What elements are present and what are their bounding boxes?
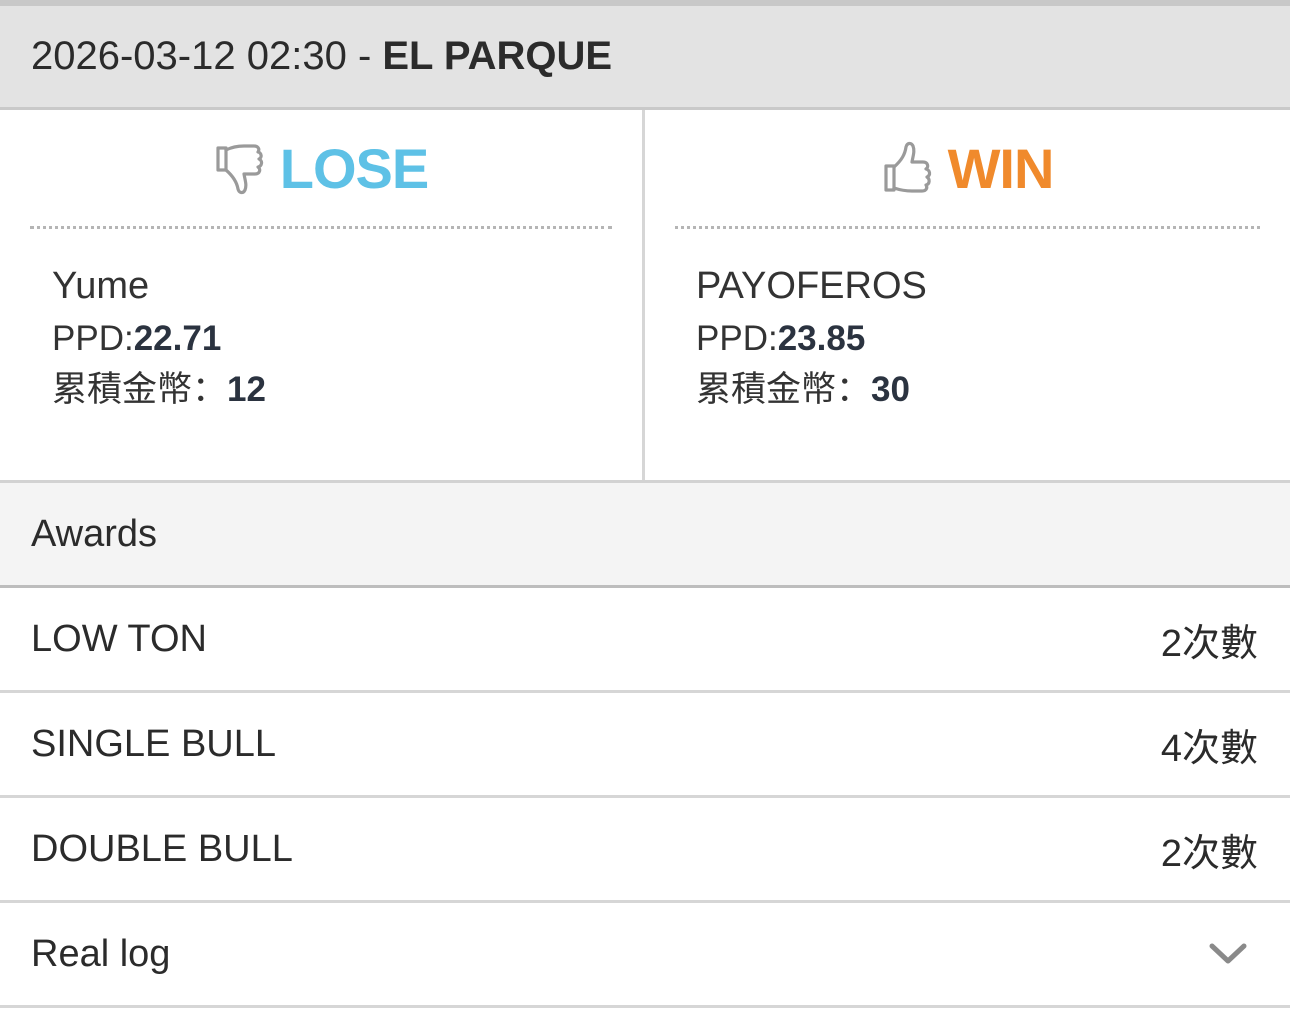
- award-count: 4次數: [1160, 727, 1258, 770]
- result-label: WIN: [947, 136, 1055, 200]
- match-venue: EL PARQUE: [382, 34, 613, 78]
- player-name: PAYOFEROS: [696, 265, 927, 307]
- award-count: 2次數: [1160, 622, 1258, 665]
- player-card-loser: LOSE Yume PPD:22.71 累積金幣：12: [0, 110, 645, 480]
- award-name: SINGLE BULL: [31, 722, 276, 765]
- header-separator: -: [346, 34, 383, 78]
- player-card-winner: WIN PAYOFEROS PPD:23.85 累積金幣：30: [645, 110, 1290, 480]
- awards-section-title: Awards: [0, 483, 1290, 588]
- ppd-label: PPD:: [696, 319, 778, 358]
- award-row-low-ton: LOW TON 2次數: [0, 588, 1290, 693]
- award-name: DOUBLE BULL: [31, 827, 293, 870]
- real-log-toggle[interactable]: Real log: [0, 903, 1290, 1008]
- player-stats: PAYOFEROS PPD:23.85 累積金幣：30: [645, 229, 1290, 415]
- result-row: WIN: [675, 110, 1260, 229]
- ppd-line: PPD:22.71: [52, 313, 642, 364]
- awards-title: Awards: [31, 512, 158, 555]
- coins-line: 累積金幣：30: [696, 364, 1290, 415]
- coins-label: 累積金幣：: [696, 370, 872, 409]
- ppd-label: PPD:: [52, 319, 134, 358]
- result-row: LOSE: [30, 110, 612, 229]
- award-row-double-bull: DOUBLE BULL 2次數: [0, 798, 1290, 903]
- real-log-label: Real log: [31, 932, 171, 975]
- match-datetime: 2026-03-12 02:30: [31, 34, 347, 78]
- ppd-value: 23.85: [777, 319, 866, 358]
- match-detail-page: 2026-03-12 02:30 - EL PARQUE LOSE Yume P…: [0, 0, 1290, 1023]
- award-count: 2次數: [1160, 832, 1258, 875]
- award-row-single-bull: SINGLE BULL 4次數: [0, 693, 1290, 798]
- player-name: Yume: [52, 265, 150, 307]
- player-stats: Yume PPD:22.71 累積金幣：12: [0, 229, 642, 415]
- ppd-value: 22.71: [133, 319, 222, 358]
- coins-value: 12: [227, 370, 266, 409]
- chevron-down-icon[interactable]: [1208, 942, 1248, 966]
- ppd-line: PPD:23.85: [696, 313, 1290, 364]
- coins-line: 累積金幣：12: [52, 364, 642, 415]
- coins-value: 30: [871, 370, 910, 409]
- players-section: LOSE Yume PPD:22.71 累積金幣：12 WIN PAYOFERO…: [0, 110, 1290, 483]
- match-header: 2026-03-12 02:30 - EL PARQUE: [0, 6, 1290, 110]
- result-label: LOSE: [279, 136, 429, 200]
- award-name: LOW TON: [31, 617, 207, 660]
- coins-label: 累積金幣：: [52, 370, 228, 409]
- thumbs-up-icon: [882, 140, 934, 196]
- thumbs-down-icon: [214, 140, 266, 196]
